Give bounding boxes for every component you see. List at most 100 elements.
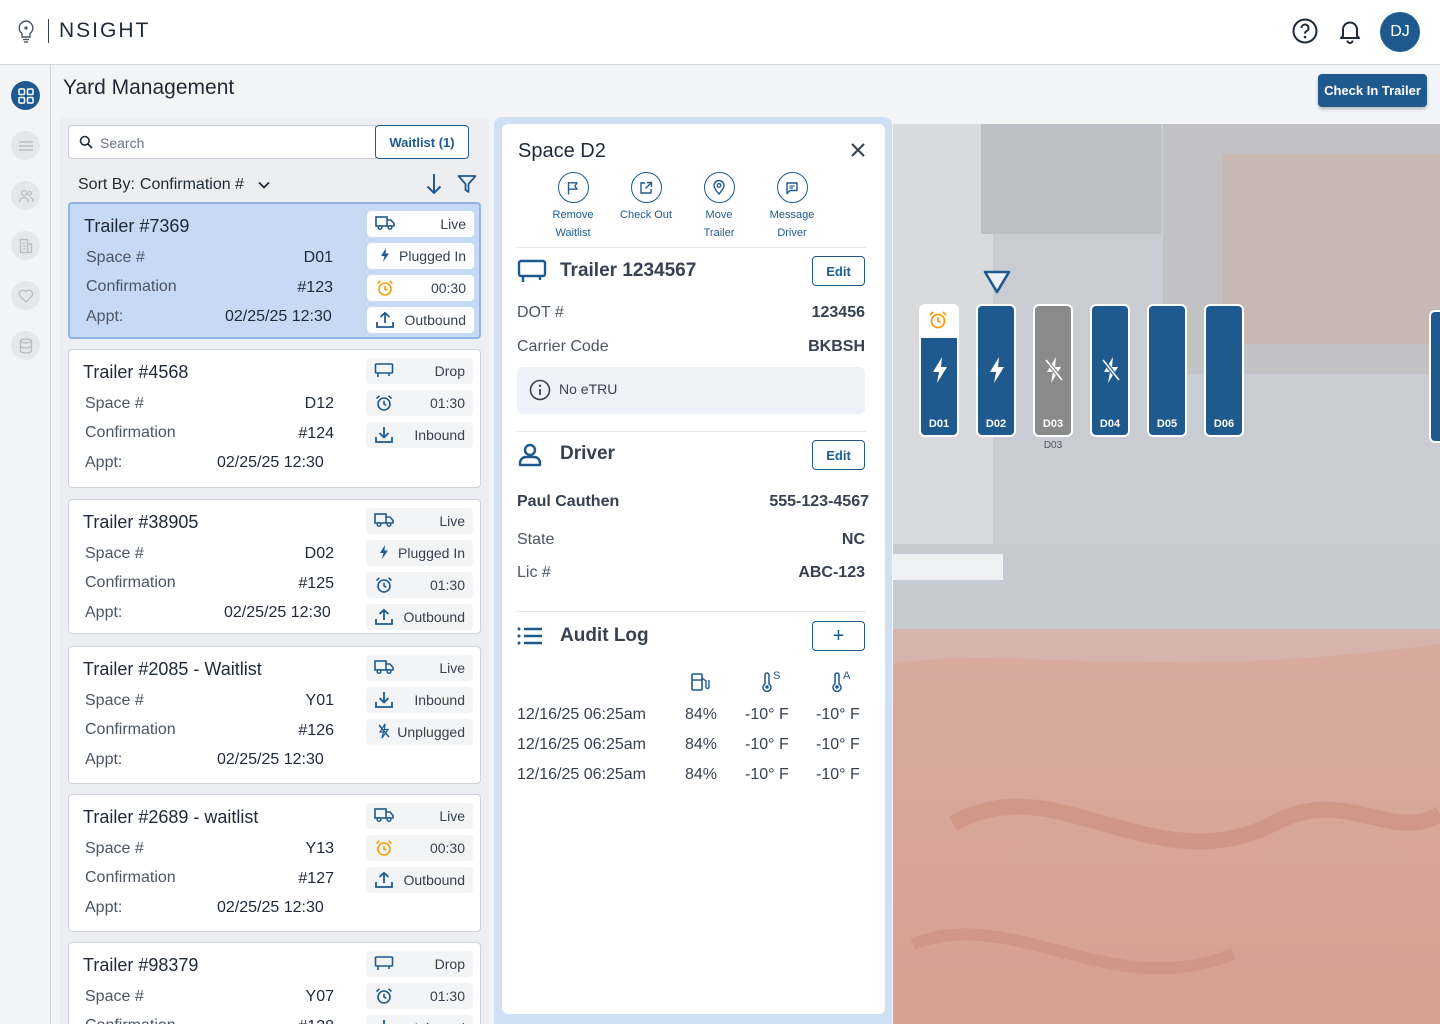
app-logo[interactable]: NSIGHT	[16, 18, 150, 44]
search-input[interactable]	[100, 133, 360, 153]
status-pill-label: Plugged In	[398, 545, 465, 561]
status-pill-label: 01:30	[429, 395, 465, 411]
alarm-icon	[374, 576, 394, 594]
sort-descending-icon[interactable]	[425, 173, 443, 195]
plug-icon	[374, 544, 394, 560]
appt-label: Appt:	[86, 308, 124, 325]
move-trailer-button[interactable]: Move Trailer	[679, 172, 759, 242]
driver-title: Driver	[560, 443, 615, 464]
status-pill-label: Inbound	[414, 692, 465, 708]
space-d04[interactable]: D04	[1090, 304, 1130, 437]
trailer-card[interactable]: Trailer #7369 Space # D01 Confirmation #123 A…	[68, 202, 481, 339]
edit-driver-button[interactable]: Edit	[812, 440, 865, 470]
sort-by-dropdown[interactable]: Sort By: Confirmation #	[78, 176, 270, 194]
yard-map[interactable]: D01 D02 D03 D03 D04 D05 D06	[893, 124, 1440, 1024]
status-pill: Inbound	[366, 422, 473, 448]
carrier-code-value: BKBSH	[808, 338, 865, 355]
top-bar: NSIGHT DJ	[0, 0, 1440, 65]
space-d03[interactable]: D03	[1033, 304, 1073, 437]
trailer-title: Trailer #38905	[83, 512, 199, 532]
confirmation-value: #126	[298, 722, 334, 739]
space-d06[interactable]: D06	[1204, 304, 1244, 437]
space-d01[interactable]: D01	[919, 304, 959, 437]
remove-waitlist-button[interactable]: Remove Waitlist	[533, 172, 613, 242]
trailer-card[interactable]: Trailer #38905 Space # D02 Confirmation #125…	[68, 499, 481, 634]
status-pill: 00:30	[367, 275, 474, 301]
space-sublabel: D03	[1043, 440, 1063, 451]
waitlist-button[interactable]: Waitlist (1)	[375, 125, 469, 159]
alarm-icon	[929, 311, 947, 329]
grid-nav-icon[interactable]	[11, 81, 40, 110]
appt-value: 02/25/25 12:30	[224, 604, 331, 621]
space-value: D01	[303, 249, 333, 266]
divider	[517, 611, 866, 612]
heart-nav-icon[interactable]	[11, 281, 40, 310]
sort-by-label: Sort By:	[78, 176, 135, 193]
audit-time: 12/16/25 06:25am	[517, 766, 646, 783]
status-pill: Drop	[366, 358, 473, 384]
state-label: State	[517, 531, 555, 548]
space-label: D04	[1099, 418, 1121, 430]
status-pill-label: Outbound	[403, 872, 466, 888]
trailer-card[interactable]: Trailer #2689 - waitlist Space # Y13 Confir…	[68, 794, 481, 932]
status-pill-label: 01:30	[429, 577, 465, 593]
status-pill: 00:30	[366, 835, 473, 861]
download-icon	[374, 426, 394, 444]
audit-temp-s: -10° F	[745, 736, 789, 753]
space-detail-panel: Space D2 Remove Waitlist Check Out Move Tr…	[502, 124, 885, 1014]
lightbulb-icon	[18, 20, 34, 43]
check-in-trailer-button[interactable]: Check In Trailer	[1318, 74, 1427, 107]
trailer-card[interactable]: Trailer #2085 - Waitlist Space # Y01 Confir…	[68, 646, 481, 784]
appt-value: 02/25/25 12:30	[217, 751, 324, 768]
status-pill: Unplugged	[366, 719, 473, 745]
confirmation-label: Confirmation	[85, 1017, 176, 1024]
trailer-card[interactable]: Trailer #4568 Space # D12 Confirmation #124 A…	[68, 349, 481, 488]
driver-name: Paul Cauthen	[517, 493, 620, 510]
action-label: Message	[769, 209, 815, 221]
filter-icon[interactable]	[457, 174, 477, 194]
audit-fuel: 84%	[685, 766, 718, 783]
users-nav-icon[interactable]	[11, 181, 40, 210]
download-icon	[374, 691, 394, 709]
status-pill-label: Live	[439, 513, 465, 529]
help-icon[interactable]	[1291, 17, 1319, 45]
space-label: D05	[1156, 418, 1178, 430]
status-pill: 01:30	[366, 390, 473, 416]
message-driver-button[interactable]: Message Driver	[752, 172, 832, 242]
bell-icon[interactable]	[1336, 17, 1364, 45]
confirmation-value: #124	[298, 425, 334, 442]
space-d02[interactable]: D02	[976, 304, 1016, 437]
trailer-card[interactable]: Trailer #98379 Space # Y07 Confirmation #128…	[68, 942, 481, 1024]
space-partial[interactable]	[1429, 310, 1440, 443]
close-icon[interactable]	[850, 142, 866, 158]
add-audit-button[interactable]: +	[812, 621, 865, 651]
list-nav-icon[interactable]	[11, 131, 40, 160]
status-pill: Live	[367, 211, 474, 237]
status-pill-label: Inbound	[414, 1020, 465, 1024]
building-nav-icon[interactable]	[11, 231, 40, 260]
download-icon	[374, 1019, 394, 1024]
confirmation-value: #125	[298, 575, 334, 592]
confirmation-value: #123	[297, 279, 333, 296]
status-pill-label: Unplugged	[397, 724, 465, 740]
unplugged-icon	[1045, 357, 1063, 383]
edit-trailer-button[interactable]: Edit	[812, 256, 865, 286]
status-pill-label: Outbound	[403, 609, 466, 625]
space-label: Space #	[85, 545, 144, 562]
space-label: Space #	[85, 988, 144, 1005]
check-out-button[interactable]: Check Out	[606, 172, 686, 224]
space-label: Space #	[86, 249, 145, 266]
upload-icon	[375, 311, 395, 329]
trailer-title: Trailer #7369	[84, 216, 190, 236]
user-avatar[interactable]: DJ	[1380, 12, 1420, 52]
status-pill: Outbound	[367, 307, 474, 333]
logo-text: NSIGHT	[59, 19, 151, 42]
appt-value: 02/25/25 12:30	[217, 454, 324, 471]
space-d05[interactable]: D05	[1147, 304, 1187, 437]
action-label: Check Out	[620, 209, 672, 221]
action-label: Move	[705, 209, 733, 221]
driver-icon	[518, 443, 542, 467]
database-nav-icon[interactable]	[11, 331, 40, 360]
status-pill: Drop	[366, 951, 473, 977]
status-pill-label: Outbound	[404, 312, 467, 328]
